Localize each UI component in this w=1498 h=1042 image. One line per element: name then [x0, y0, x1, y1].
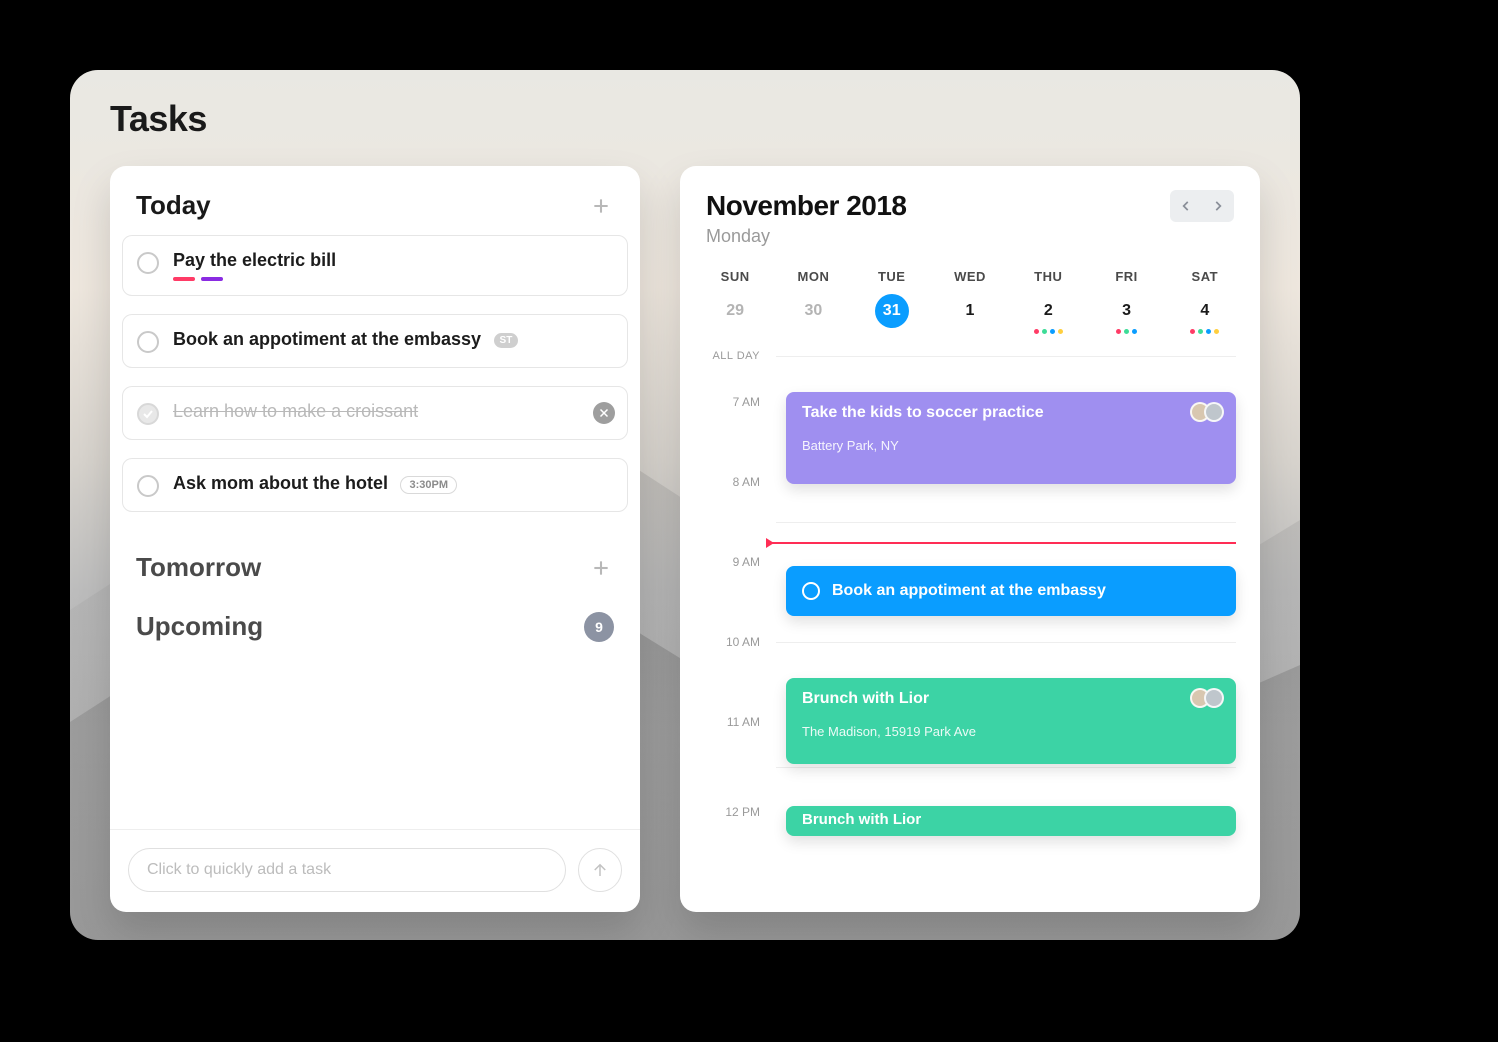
page-title: Tasks	[110, 98, 207, 140]
time-label-allday: ALL DAY	[700, 350, 760, 362]
task-checkbox[interactable]	[137, 475, 159, 497]
calendar-event-brunch[interactable]: Brunch with Lior The Madison, 15919 Park…	[786, 678, 1236, 764]
weekday-label: SAT	[1166, 269, 1244, 284]
time-label: 7 AM	[700, 395, 760, 409]
calendar-day-name: Monday	[706, 226, 907, 247]
plus-icon	[591, 196, 611, 216]
calendar-next-button[interactable]	[1204, 192, 1232, 220]
weekday-label: FRI	[1087, 269, 1165, 284]
calendar-timeline[interactable]: ALL DAY 7 AM 8 AM 9 AM 10 AM 11 AM 12 PM	[700, 342, 1236, 862]
event-title: Take the kids to soccer practice	[802, 404, 1220, 422]
time-label: 8 AM	[700, 475, 760, 489]
task-delete-button[interactable]	[593, 402, 615, 424]
arrow-up-icon	[591, 861, 609, 879]
calendar-month-title: November 2018	[706, 190, 907, 222]
check-icon	[142, 408, 154, 420]
task-row[interactable]: Learn how to make a croissant	[122, 386, 628, 440]
event-subtitle: Battery Park, NY	[802, 438, 1220, 453]
task-title: Ask mom about the hotel	[173, 473, 388, 493]
event-title: Brunch with Lior	[802, 811, 1220, 828]
today-heading: Today	[136, 190, 211, 221]
chevron-right-icon	[1211, 199, 1225, 213]
event-avatars	[1196, 688, 1224, 708]
now-indicator	[770, 542, 1236, 544]
add-tomorrow-task-button[interactable]	[588, 555, 614, 581]
tomorrow-heading: Tomorrow	[136, 552, 261, 583]
time-label: 9 AM	[700, 555, 760, 569]
date-cell[interactable]: 4	[1188, 294, 1222, 328]
weekday-label: SUN	[696, 269, 774, 284]
upcoming-count-badge: 9	[584, 612, 614, 642]
event-avatars	[1196, 402, 1224, 422]
weekday-label: THU	[1009, 269, 1087, 284]
date-cell[interactable]: 2	[1031, 294, 1065, 328]
upcoming-heading: Upcoming	[136, 611, 263, 642]
weekday-label: MON	[774, 269, 852, 284]
date-cell[interactable]: 1	[953, 294, 987, 328]
event-title: Book an appotiment at the embassy	[832, 582, 1106, 600]
task-title: Learn how to make a croissant	[173, 401, 613, 422]
chevron-left-icon	[1179, 199, 1193, 213]
task-row[interactable]: Pay the electric bill	[122, 235, 628, 296]
calendar-panel: November 2018 Monday SUN MON	[680, 166, 1260, 912]
event-subtitle: The Madison, 15919 Park Ave	[802, 724, 1220, 739]
add-today-task-button[interactable]	[588, 193, 614, 219]
calendar-prev-button[interactable]	[1172, 192, 1200, 220]
task-checkbox-done[interactable]	[137, 403, 159, 425]
app-window: Tasks Today Pay the electric bill	[70, 70, 1300, 940]
event-title: Brunch with Lior	[802, 690, 1220, 708]
weekday-label: TUE	[853, 269, 931, 284]
calendar-event-embassy[interactable]: Book an appotiment at the embassy	[786, 566, 1236, 616]
time-label: 11 AM	[700, 715, 760, 729]
time-label: 12 PM	[700, 805, 760, 819]
tasks-panel: Today Pay the electric bill	[110, 166, 640, 912]
date-cell-active[interactable]: 31	[875, 294, 909, 328]
task-title: Pay the electric bill	[173, 250, 613, 271]
event-checkbox-icon	[802, 582, 820, 600]
close-icon	[598, 407, 610, 419]
weekday-label: WED	[931, 269, 1009, 284]
quick-add-submit-button[interactable]	[578, 848, 622, 892]
calendar-event-brunch-2[interactable]: Brunch with Lior	[786, 806, 1236, 836]
task-tag	[201, 277, 223, 281]
task-checkbox[interactable]	[137, 252, 159, 274]
date-cell[interactable]: 30	[796, 294, 830, 328]
task-title: Book an appotiment at the embassy	[173, 329, 481, 349]
date-cell[interactable]: 3	[1110, 294, 1144, 328]
task-time-pill: 3:30PM	[400, 476, 457, 494]
task-badge: ST	[494, 333, 519, 348]
task-row[interactable]: Book an appotiment at the embassy ST	[122, 314, 628, 368]
task-checkbox[interactable]	[137, 331, 159, 353]
plus-icon	[591, 558, 611, 578]
task-tag	[173, 277, 195, 281]
time-label: 10 AM	[700, 635, 760, 649]
calendar-nav	[1170, 190, 1234, 222]
quick-add-input[interactable]	[128, 848, 566, 892]
task-row[interactable]: Ask mom about the hotel 3:30PM	[122, 458, 628, 512]
calendar-event-soccer[interactable]: Take the kids to soccer practice Battery…	[786, 392, 1236, 484]
date-cell[interactable]: 29	[718, 294, 752, 328]
